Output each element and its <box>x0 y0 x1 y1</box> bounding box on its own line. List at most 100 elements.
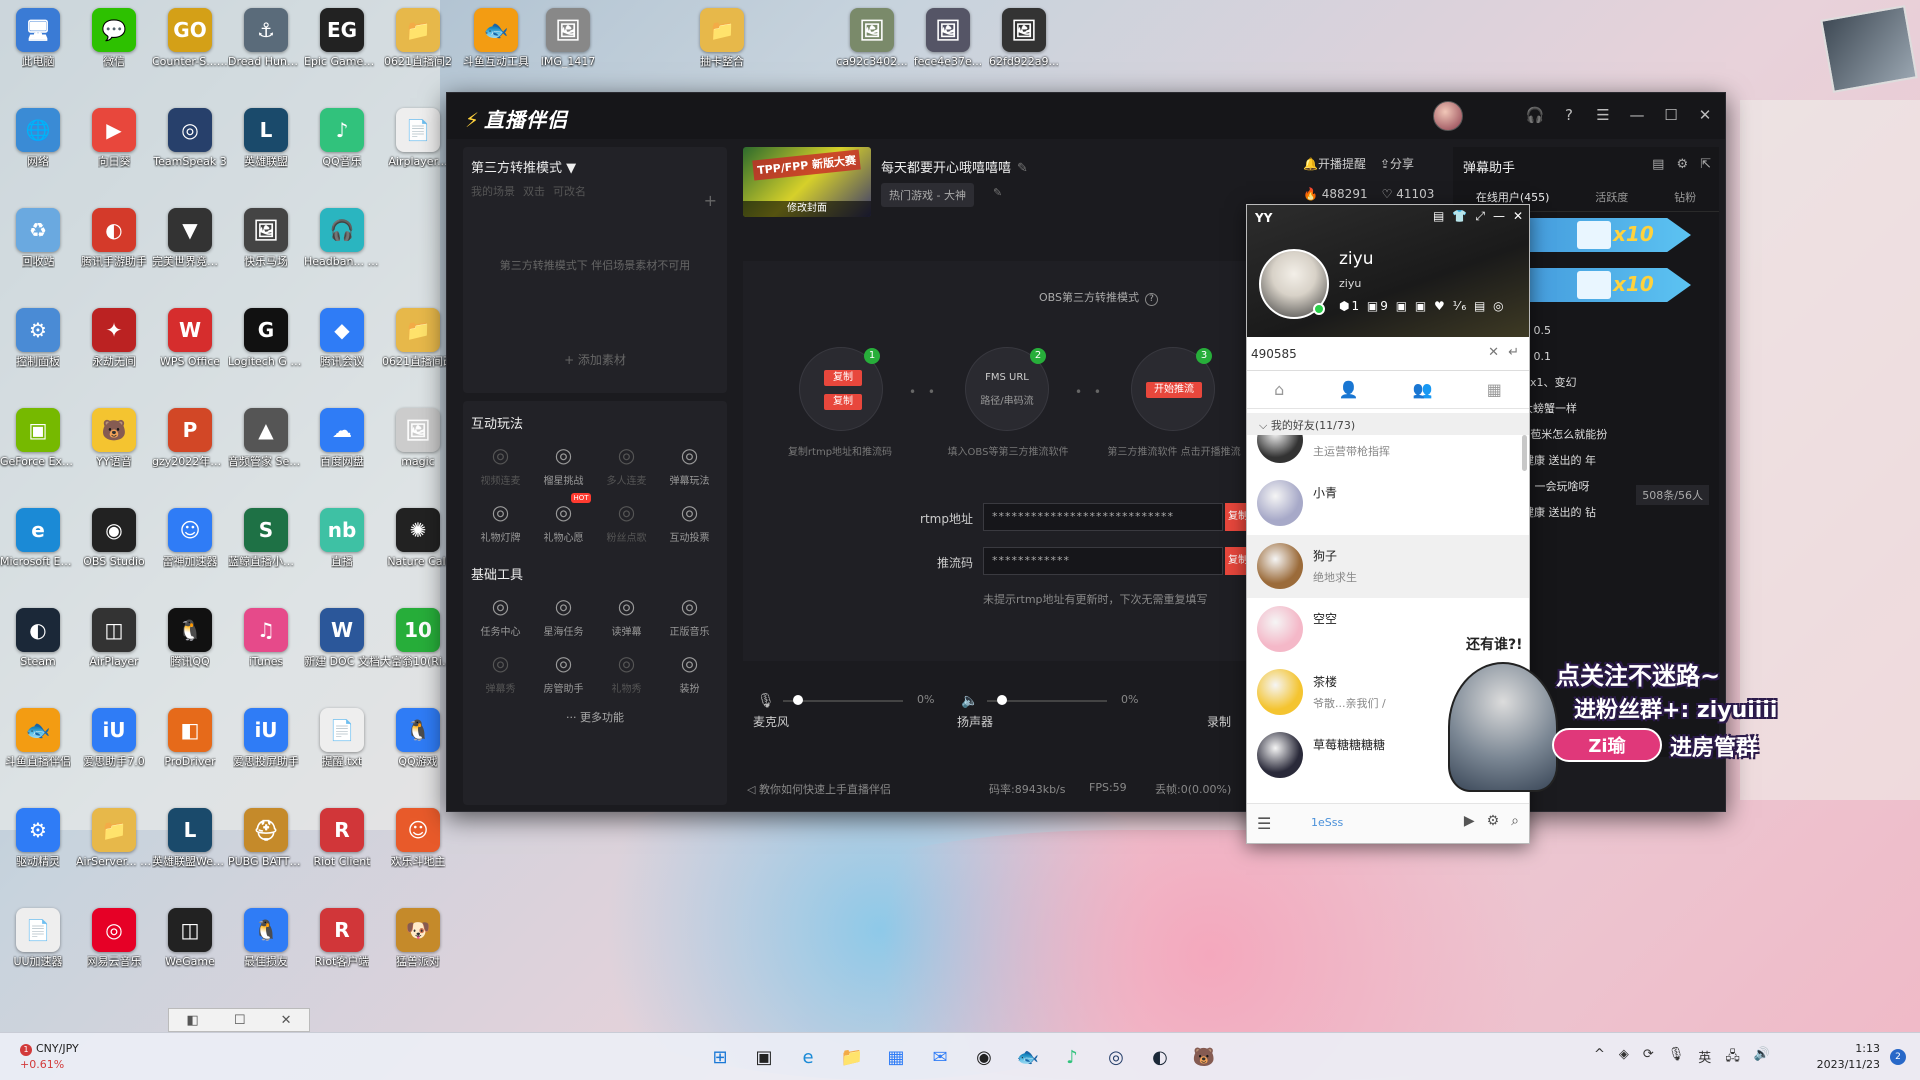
stock-widget[interactable]: 1 CNY/JPY +0.61% <box>20 1041 79 1073</box>
tool-button[interactable]: ◎ 礼物灯牌 <box>469 497 532 544</box>
desktop-icon[interactable]: 🐧 最佳损友 <box>228 908 304 968</box>
popout-icon[interactable]: ⇱ <box>1700 157 1711 172</box>
yy-expand-icon[interactable]: ⤢ <box>1475 209 1485 224</box>
file-explorer-icon[interactable]: 📁 <box>836 1041 868 1073</box>
menu-icon[interactable]: ☰ <box>1593 105 1613 125</box>
desktop-icon[interactable]: ◧ ProDriver <box>152 708 228 768</box>
yy-taskbar-icon[interactable]: 🐻 <box>1188 1041 1220 1073</box>
qqmusic-taskbar-icon[interactable]: ♪ <box>1056 1041 1088 1073</box>
tool-button[interactable]: ◎ 正版音乐 <box>658 591 721 638</box>
desktop-icon[interactable]: 📄 提醒.txt <box>304 708 380 768</box>
enter-icon[interactable]: ↵ <box>1508 345 1519 360</box>
desktop-icon[interactable]: ◫ AirPlayer <box>76 608 152 668</box>
tab-online-users[interactable]: 在线用户(455) <box>1476 189 1550 205</box>
tool-button[interactable]: ◎ 读弹幕 <box>595 591 658 638</box>
edit-icon[interactable]: ✎ <box>1017 161 1028 176</box>
desktop-icon[interactable]: EG Epic Games Launcher <box>304 8 380 68</box>
friend-item[interactable]: 狗子 绝地求生 <box>1247 535 1529 598</box>
ime-indicator[interactable]: 英 <box>1698 1047 1711 1069</box>
desktop-icon[interactable]: W 新建 DOC 文档 <box>304 608 380 668</box>
desktop-icon[interactable]: ▣ GeForce Experience <box>0 408 76 468</box>
mini-window-close-icon[interactable]: ✕ <box>281 1013 292 1028</box>
desktop-icon[interactable]: Pgzy2022年度总结 <box>152 408 228 468</box>
desktop-icon[interactable]: ▲ 音频管家 Sequoia 12 <box>228 408 304 468</box>
desktop-icon[interactable]: ⛑ PUBG BATTLEGR... <box>228 808 304 868</box>
desktop-icon[interactable]: 📁 抽卡整合 <box>684 8 760 68</box>
user-avatar[interactable] <box>1433 101 1463 131</box>
speaker-icon[interactable]: 🔈 <box>961 693 978 709</box>
more-functions-button[interactable]: ··· 更多功能 <box>463 703 727 731</box>
desktop-icon[interactable]: ✺ Nature Call <box>380 508 456 568</box>
yy-tab-groups-icon[interactable]: 👥 <box>1413 380 1433 399</box>
desktop-icon[interactable]: L 英雄联盟WeGame版 <box>152 808 228 868</box>
yy-note-icon[interactable]: ▤ <box>1433 209 1444 224</box>
desktop-icon[interactable]: ⚙ 驱动精灵 <box>0 808 76 868</box>
desktop-icon[interactable]: 🐻 YY语音 <box>76 408 152 468</box>
desktop-icon[interactable]: 📄 UU加速器 <box>0 908 76 968</box>
add-scene-icon[interactable]: + <box>704 191 717 210</box>
tool-button[interactable]: ◎ 粉丝点歌 <box>595 497 658 544</box>
desktop-icon[interactable]: 🖼 62fd922a9... <box>986 8 1062 68</box>
tool-button[interactable]: ◎ 互动投票 <box>658 497 721 544</box>
room-category[interactable]: 热门游戏 - 大神 <box>881 183 974 207</box>
tray-sync-icon[interactable]: ⟳ <box>1643 1047 1654 1069</box>
help-icon[interactable]: ? <box>1145 293 1158 306</box>
settings-icon[interactable]: ⚙ <box>1676 157 1688 172</box>
tool-button[interactable]: ◎ 多人连麦 <box>595 440 658 487</box>
desktop-icon[interactable]: 🖼 fece4e37e... <box>910 8 986 68</box>
stream-key-input[interactable]: ************ <box>983 547 1223 575</box>
douyu-taskbar-icon[interactable]: 🐟 <box>1012 1041 1044 1073</box>
tab-diamond-fans[interactable]: 钻粉 <box>1674 189 1696 205</box>
stream-cover[interactable]: TPP/FPP 新版大赛 修改封面 <box>743 147 871 217</box>
remind-button[interactable]: 🔔开播提醒 <box>1303 155 1366 172</box>
desktop-icon[interactable]: ♻ 回收站 <box>0 208 76 268</box>
tool-button[interactable]: ◎ 装扮 <box>658 648 721 695</box>
add-material-button[interactable]: + 添加素材 <box>463 351 727 368</box>
mini-window-maximize-icon[interactable]: ☐ <box>234 1013 246 1028</box>
clear-icon[interactable]: ✕ <box>1488 345 1499 360</box>
desktop-icon[interactable]: ♫ iTunes <box>228 608 304 668</box>
desktop-icon[interactable]: L 英雄联盟 <box>228 108 304 168</box>
maximize-icon[interactable]: ☐ <box>1661 105 1681 125</box>
mic-slider-handle[interactable] <box>793 695 803 705</box>
desktop-icon[interactable]: nb 直播 <box>304 508 380 568</box>
mail-icon[interactable]: ✉ <box>924 1041 956 1073</box>
friend-group-header[interactable]: ⌵ 我的好友(11/73) <box>1247 413 1529 435</box>
scene-tab[interactable]: 可改名 <box>553 183 586 199</box>
friend-item[interactable]: 主运营带枪指挥 <box>1247 435 1529 472</box>
network-icon[interactable]: 🖧 <box>1725 1047 1740 1069</box>
desktop-icon[interactable]: 🌐 网络 <box>0 108 76 168</box>
yy-tab-home-icon[interactable]: ⌂ <box>1274 380 1284 399</box>
desktop-icon[interactable]: 🖼 ca92c3402... <box>834 8 910 68</box>
desktop-icon[interactable]: 🐧 QQ游戏 <box>380 708 456 768</box>
tutorial-link[interactable]: ◁ 教你如何快速上手直播伴侣 <box>747 781 891 797</box>
desktop-icon[interactable]: ▶ 向日葵 <box>76 108 152 168</box>
edit-cover-button[interactable]: 修改封面 <box>743 201 871 217</box>
desktop-icon[interactable]: ◐ Steam <box>0 608 76 668</box>
desktop-icon[interactable]: 🎧 Headban... Rhythm R... <box>304 208 380 268</box>
yy-tab-apps-icon[interactable]: ▦ <box>1487 380 1502 399</box>
tool-button[interactable]: ◎ 星海任务 <box>532 591 595 638</box>
obs-taskbar-icon[interactable]: ◉ <box>968 1041 1000 1073</box>
video-icon[interactable]: ▶ <box>1464 813 1475 829</box>
desktop-icon[interactable]: ♪ QQ音乐 <box>304 108 380 168</box>
desktop-icon[interactable]: ☁ 百度网盘 <box>304 408 380 468</box>
desktop-icon[interactable]: ✦ 永劫无间 <box>76 308 152 368</box>
tool-button[interactable]: ◎ 房管助手 <box>532 648 595 695</box>
yy-search-input[interactable] <box>1251 343 1471 365</box>
tool-button[interactable]: ◎ 礼物秀 <box>595 648 658 695</box>
mode-selector[interactable]: 第三方转推模式 ▼ <box>463 147 727 183</box>
rtmp-input[interactable]: **************************** <box>983 503 1223 531</box>
scene-tab[interactable]: 双击 <box>523 183 545 199</box>
desktop-icon[interactable]: 📁 0621直播间改 <box>380 308 456 368</box>
desktop-icon[interactable]: ◫ WeGame <box>152 908 228 968</box>
store-icon[interactable]: ▦ <box>880 1041 912 1073</box>
task-view-icon[interactable]: ▣ <box>748 1041 780 1073</box>
tray-expand-icon[interactable]: ^ <box>1594 1047 1605 1069</box>
note-icon[interactable]: ▤ <box>1652 157 1664 172</box>
settings-icon[interactable]: ⚙ <box>1487 813 1500 829</box>
yy-menu-icon[interactable]: ☰ <box>1257 814 1271 833</box>
search-icon[interactable]: ⌕ <box>1511 813 1519 829</box>
desktop-icon[interactable]: W WPS Office <box>152 308 228 368</box>
teamspeak-taskbar-icon[interactable]: ◎ <box>1100 1041 1132 1073</box>
